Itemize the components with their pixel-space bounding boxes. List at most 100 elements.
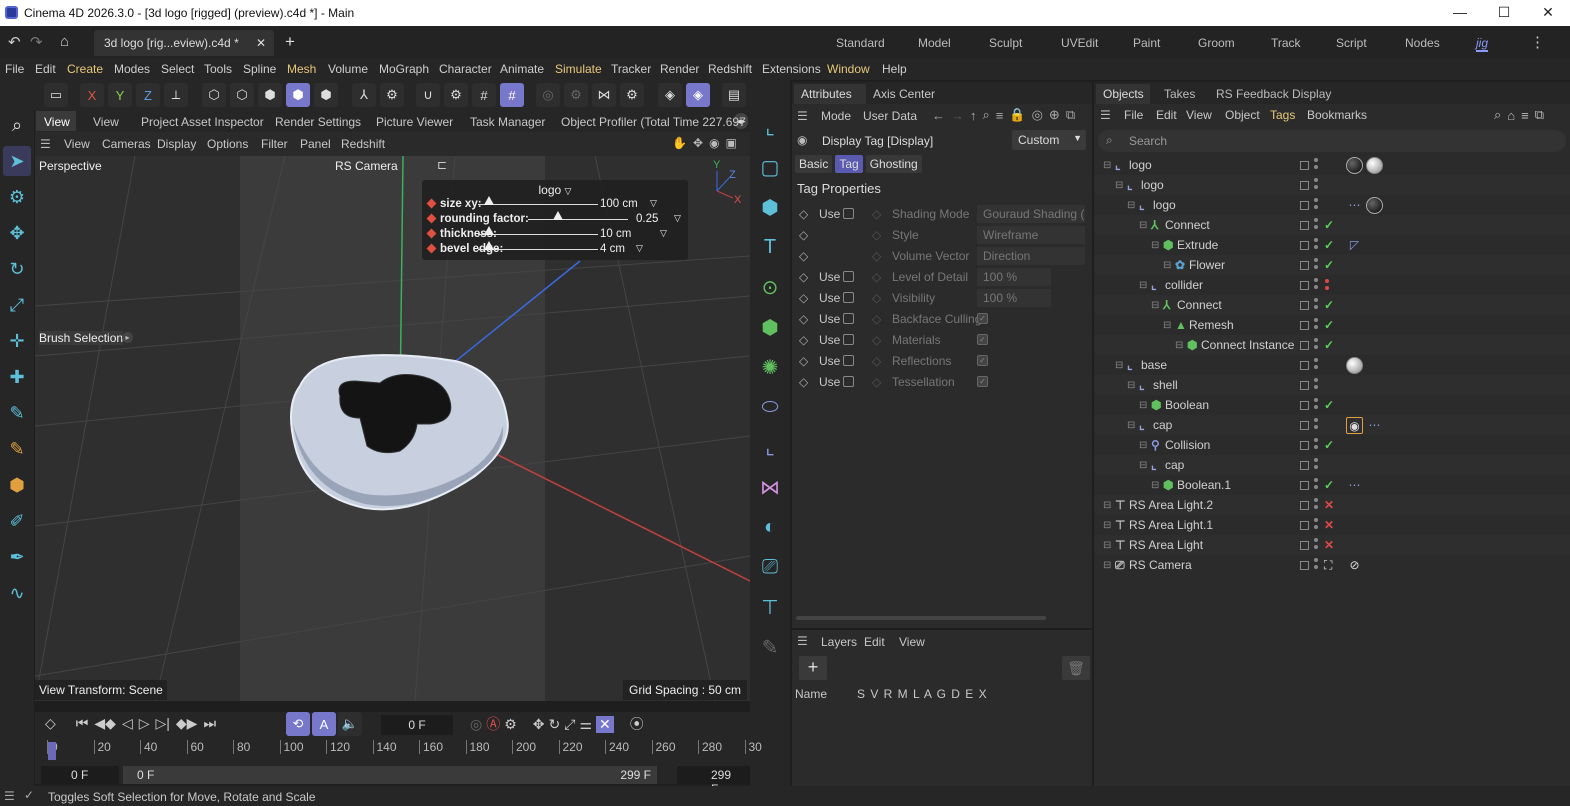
move-view-icon[interactable]: ✥ — [693, 136, 703, 150]
view-menu-panel[interactable]: Panel — [300, 137, 331, 151]
rotate-tool-icon[interactable]: ↻ — [3, 254, 31, 284]
layers-tab-edit[interactable]: Edit — [864, 635, 885, 649]
object-hud[interactable]: logo ▽ size xy: 100 cm ▽ rounding factor: 0.… — [422, 180, 688, 260]
maximize-icon[interactable]: ☐ — [1494, 4, 1514, 22]
objects-menu-bookmarks[interactable]: Bookmarks — [1307, 108, 1367, 122]
camera-icon[interactable]: ⎚ — [754, 550, 786, 584]
delete-layer-icon[interactable]: 🗑 — [1062, 656, 1090, 680]
object-name[interactable]: Connect — [1177, 298, 1222, 312]
coordinate-system-icon[interactable]: ⟂ — [164, 83, 188, 107]
symmetry-icon[interactable]: ⋈ — [592, 83, 616, 107]
visibility-dots-icon[interactable] — [1314, 398, 1318, 409]
tree-toggle-icon[interactable]: ⊟ — [1103, 520, 1111, 531]
enabled-check-icon[interactable]: ✓ — [1324, 478, 1334, 492]
new-tab-icon[interactable]: + — [285, 32, 295, 52]
cloner-icon[interactable]: ⬢ — [754, 310, 786, 344]
close-tab-icon[interactable]: ✕ — [256, 36, 266, 50]
filter-icon[interactable]: ≡ — [996, 108, 1004, 123]
use-checkbox[interactable] — [843, 208, 854, 219]
disabled-dots-icon[interactable] — [1325, 279, 1329, 290]
environment-icon[interactable]: ◐ — [754, 510, 786, 544]
menu-edit[interactable]: Edit — [35, 62, 56, 76]
layers-menu-icon[interactable]: ☰ — [797, 634, 808, 648]
hud-key-icon[interactable] — [426, 213, 437, 224]
visibility-dots-icon[interactable] — [1314, 378, 1318, 389]
prev-key-icon[interactable]: ◀◆ — [94, 715, 116, 732]
hud-dropdown-icon[interactable]: ▽ — [674, 213, 681, 224]
hud-value[interactable]: 4 cm — [600, 243, 625, 255]
object-name[interactable]: Connect Instance — [1201, 338, 1294, 352]
keyframe-icon[interactable]: ◇ — [45, 715, 56, 732]
object-search-field[interactable]: ⌕ Search — [1098, 130, 1566, 152]
select-tool-icon[interactable]: ➤ — [3, 146, 31, 176]
target-icon[interactable]: ◎ — [1032, 107, 1043, 123]
object-row[interactable]: ⊟ ⌞ logo ⋯ — [1095, 195, 1570, 215]
view-tab-5[interactable]: Task Manager — [470, 115, 545, 129]
object-row[interactable]: ⊟ ⊤ RS Area Light ✕ — [1095, 535, 1570, 555]
preset-dropdown[interactable]: Custom ▼ — [1012, 130, 1086, 150]
null-icon[interactable]: ⌞ — [754, 430, 786, 464]
property-value[interactable]: Gouraud Shading (Li — [977, 205, 1085, 223]
z-axis-lock[interactable]: Z — [136, 83, 160, 107]
object-name[interactable]: logo — [1141, 178, 1164, 192]
use-checkbox[interactable] — [843, 292, 854, 303]
toggle-views-icon[interactable]: ▣ — [726, 136, 737, 150]
visibility-dots-icon[interactable] — [1314, 458, 1318, 469]
soft-selection-settings-icon[interactable]: ⚙ — [564, 83, 588, 107]
search-commands-icon[interactable]: ⌕ — [3, 110, 31, 140]
tree-toggle-icon[interactable]: ⊟ — [1127, 200, 1135, 211]
object-name[interactable]: cap — [1165, 458, 1184, 472]
edit-visibility-icon[interactable] — [1300, 200, 1309, 210]
objects-menu-icon[interactable]: ☰ — [1100, 108, 1111, 122]
play-icon[interactable]: ▷ — [139, 715, 150, 732]
object-row[interactable]: ⊟ ⅄ Connect ✓ — [1095, 215, 1570, 235]
forward-icon[interactable]: → — [951, 108, 964, 123]
hud-key-icon[interactable] — [426, 198, 437, 209]
tree-toggle-icon[interactable]: ⊟ — [1139, 400, 1147, 411]
attributes-userdata-menu[interactable]: User Data — [863, 109, 917, 123]
object-name[interactable]: RS Area Light.1 — [1129, 518, 1213, 532]
x-axis-lock[interactable]: X — [80, 83, 104, 107]
tree-toggle-icon[interactable]: ⊟ — [1139, 440, 1147, 451]
add-layer-button[interactable]: + — [799, 656, 827, 680]
layout-paint[interactable]: Paint — [1133, 36, 1160, 50]
edit-visibility-icon[interactable] — [1300, 480, 1309, 490]
use-checkbox[interactable] — [843, 313, 854, 324]
lock-icon[interactable]: 🔒 — [1009, 107, 1025, 123]
symmetry-settings-icon[interactable]: ⚙ — [620, 83, 644, 107]
object-row[interactable]: ⊟ ▲ Remesh ✓ — [1095, 315, 1570, 335]
home-icon[interactable]: ⌂ — [60, 33, 69, 50]
close-icon[interactable]: ✕ — [1538, 4, 1558, 22]
objects-menu-tags[interactable]: Tags — [1270, 108, 1295, 122]
object-row[interactable]: ⊟ ⊤ RS Area Light.2 ✕ — [1095, 495, 1570, 515]
sketch-tool-icon[interactable]: ✒ — [3, 542, 31, 572]
attributes-mode-menu[interactable]: Mode — [821, 109, 851, 123]
keyframe-icon[interactable]: ◇ — [799, 354, 808, 368]
menu-render[interactable]: Render — [660, 62, 699, 76]
object-row[interactable]: ⊟ ⌞ shell — [1095, 375, 1570, 395]
visibility-dots-icon[interactable] — [1314, 318, 1318, 329]
object-name[interactable]: Extrude — [1177, 238, 1218, 252]
soft-selection-icon[interactable]: ◎ — [536, 83, 560, 107]
new-window-icon[interactable]: ⧉ — [1066, 107, 1075, 123]
visibility-dots-icon[interactable] — [1314, 518, 1318, 529]
menu-redshift[interactable]: Redshift — [708, 62, 752, 76]
enabled-check-icon[interactable]: ✓ — [1324, 298, 1334, 312]
hud-row[interactable]: bevel edge: 4 cm ▽ — [426, 241, 684, 256]
axis-settings-icon[interactable]: ⚙ — [380, 83, 404, 107]
menu-file[interactable]: File — [5, 62, 24, 76]
keyframe-icon[interactable]: ◇ — [799, 375, 808, 389]
key-pla-icon[interactable]: ✕ — [596, 715, 614, 733]
objects-tab-1[interactable]: Takes — [1164, 87, 1195, 101]
object-row[interactable]: ⊟ ⬢ Connect Instance ✓ — [1095, 335, 1570, 355]
use-checkbox[interactable] — [843, 355, 854, 366]
polygon-pen-icon[interactable]: ⬢ — [3, 470, 31, 500]
polygons-mode-icon[interactable]: ⬢ — [258, 83, 282, 107]
hud-slider-handle[interactable] — [484, 241, 494, 250]
object-row[interactable]: ⊟ ⎚ RS Camera ⛶ ⊘ — [1095, 555, 1570, 575]
autokey-icon[interactable]: A — [312, 712, 336, 736]
visibility-dots-icon[interactable] — [1314, 418, 1318, 429]
layout-standard[interactable]: Standard — [836, 36, 885, 50]
object-name[interactable]: shell — [1153, 378, 1178, 392]
redo-icon[interactable]: ↷ — [30, 33, 43, 51]
